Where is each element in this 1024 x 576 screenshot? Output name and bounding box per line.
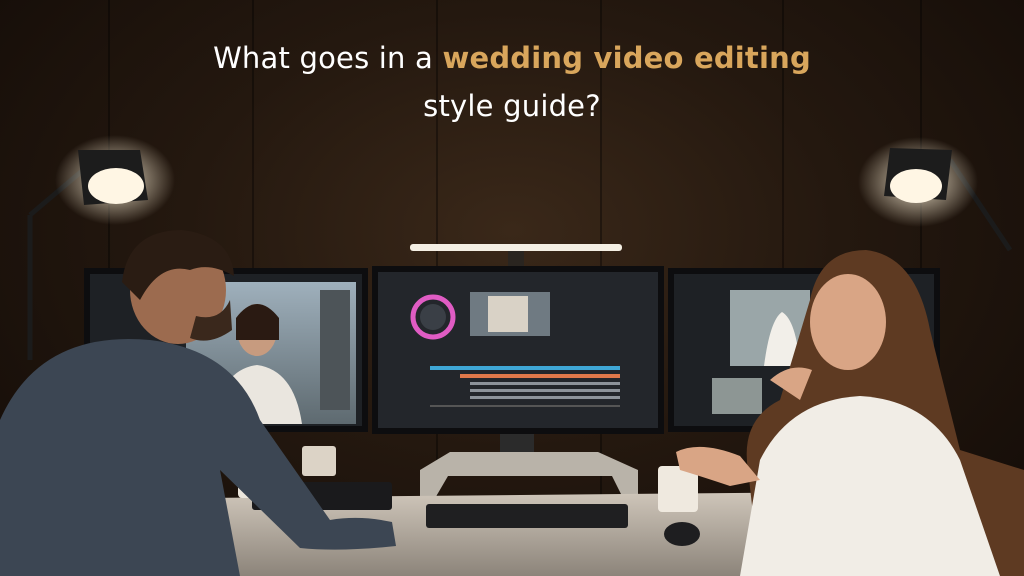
headline-highlight: wedding video editing bbox=[442, 41, 811, 75]
scene: What goes in a wedding video editing sty… bbox=[0, 0, 1024, 576]
desk-lamp-right bbox=[858, 137, 1013, 252]
headline: What goes in a wedding video editing sty… bbox=[0, 34, 1024, 130]
headline-line-1: What goes in a wedding video editing bbox=[0, 34, 1024, 82]
monitor-stand bbox=[420, 434, 638, 500]
headline-prefix: What goes in a bbox=[213, 41, 443, 75]
monitor-center bbox=[372, 266, 664, 434]
mug bbox=[302, 446, 336, 476]
keyboard-center bbox=[426, 504, 628, 528]
mouse bbox=[664, 522, 700, 546]
headline-line-2: style guide? bbox=[423, 89, 601, 123]
monitor-light-bar bbox=[410, 244, 622, 267]
